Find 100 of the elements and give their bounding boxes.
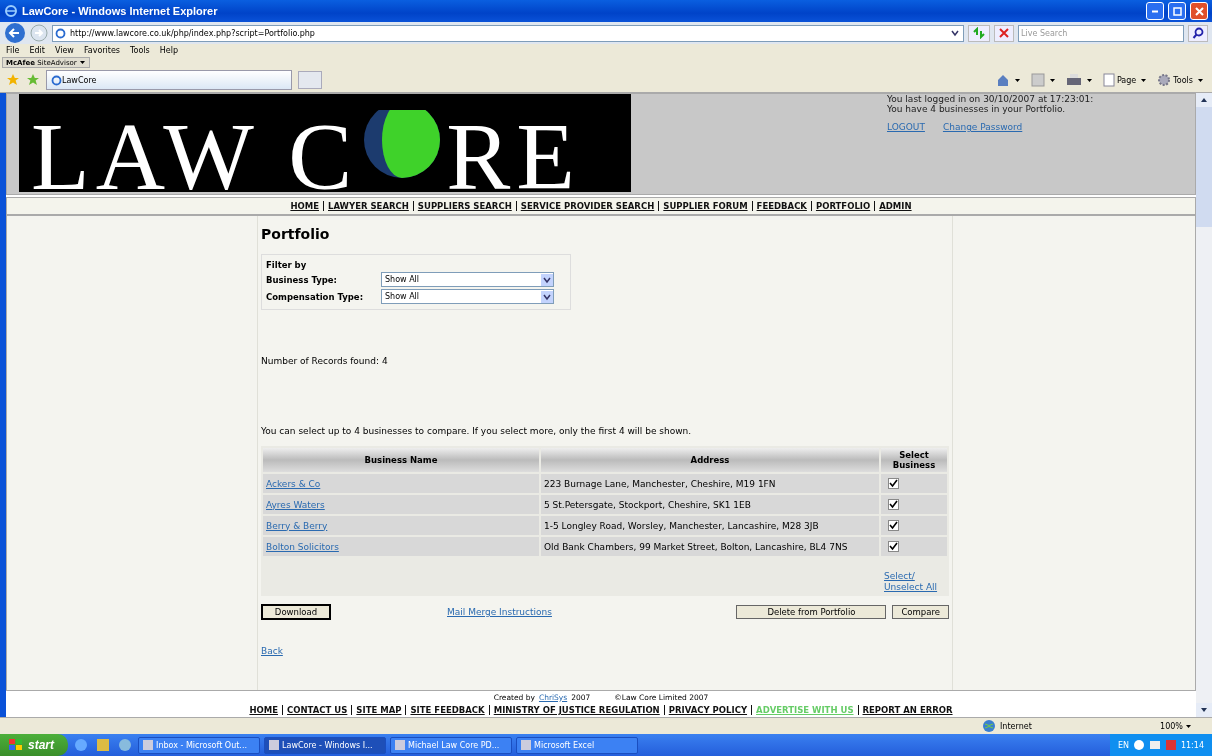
column-header: Address — [541, 448, 879, 472]
app-icon — [143, 740, 153, 750]
last-login-text: You last logged in on 30/10/2007 at 17:23:01: — [887, 94, 1094, 104]
maximize-button[interactable] — [1168, 2, 1186, 20]
taskbar-item[interactable]: Microsoft Excel — [516, 736, 638, 754]
back-link[interactable]: Back — [261, 646, 949, 656]
caret-icon — [1013, 76, 1021, 84]
quick-launch-icon[interactable] — [118, 738, 132, 752]
refresh-icon — [972, 27, 986, 39]
minimize-icon — [1151, 9, 1159, 13]
footer-link[interactable]: HOME — [249, 705, 279, 715]
search-field[interactable]: Live Search — [1018, 24, 1184, 42]
select-checkbox[interactable] — [888, 477, 899, 489]
scroll-thumb[interactable] — [1196, 107, 1212, 227]
windows-logo-icon — [8, 738, 24, 752]
minimize-button[interactable] — [1146, 2, 1164, 20]
zoom-button[interactable]: 100% — [1146, 720, 1206, 732]
nav-link[interactable]: SERVICE PROVIDER SEARCH — [520, 201, 655, 211]
filter-label: Compensation Type: — [266, 291, 365, 302]
app-icon — [395, 740, 405, 750]
nav-link[interactable]: HOME — [290, 201, 319, 211]
address-field[interactable]: http://www.lawcore.co.uk/php/index.php?script=Portfolio.php — [52, 24, 964, 42]
browser-icon — [4, 4, 18, 18]
portfolio-count-text: You have 4 businesses in your Portfolio. — [887, 104, 1067, 114]
business-link[interactable]: Berry & Berry — [266, 520, 328, 531]
close-icon — [1194, 6, 1204, 16]
quick-launch-icon[interactable] — [74, 738, 88, 752]
menu-item[interactable]: Help — [159, 46, 178, 55]
footer-link[interactable]: REPORT AN ERROR — [862, 705, 953, 715]
caret-icon — [1184, 722, 1192, 730]
tray-icon[interactable] — [1132, 739, 1145, 751]
url-text: http://www.lawcore.co.uk/php/index.php?script=Portfolio.php — [70, 28, 315, 38]
app-icon — [269, 740, 279, 750]
business-link[interactable]: Ackers & Co — [266, 478, 321, 489]
nav-link[interactable]: FEEDBACK — [756, 201, 807, 211]
dropdown-icon — [541, 290, 553, 303]
select-checkbox[interactable] — [888, 519, 899, 531]
mail-merge-link[interactable]: Mail Merge Instructions — [447, 607, 552, 617]
close-button[interactable] — [1190, 2, 1208, 20]
scrollbar[interactable] — [1196, 93, 1212, 717]
compare-note: You can select up to 4 businesses to compare. If you select more, only the first 4 will be shown. — [261, 426, 693, 436]
refresh-button[interactable] — [968, 24, 990, 42]
page-button[interactable]: Page — [1100, 73, 1150, 87]
footer-link[interactable]: SITE MAP — [356, 705, 402, 715]
compare-button[interactable]: Compare — [892, 605, 949, 619]
favorites-star-icon[interactable] — [6, 73, 20, 87]
nav-link[interactable]: SUPPLIERS SEARCH — [417, 201, 512, 211]
address-cell: 5 St.Petersgate, Stockport, Cheshire, SK1 1EB — [541, 495, 879, 514]
tray-icon[interactable] — [1148, 739, 1161, 751]
back-button[interactable] — [4, 22, 26, 44]
scroll-up-icon[interactable] — [1196, 93, 1212, 107]
quick-launch-icon[interactable] — [96, 738, 110, 752]
nav-link[interactable]: ADMIN — [879, 201, 912, 211]
caret-icon — [1048, 76, 1056, 84]
filter-dropdown[interactable]: Show All — [381, 272, 554, 287]
browser-tab[interactable]: LawCore — [46, 70, 292, 90]
window-title: LawCore - Windows Internet Explorer — [22, 5, 218, 17]
filter-dropdown[interactable]: Show All — [381, 289, 554, 304]
footer-link[interactable]: MINISTRY OF JUSTICE REGULATION — [493, 705, 660, 715]
column-header: Business Name — [263, 448, 539, 472]
feed-button[interactable] — [1028, 73, 1058, 87]
scroll-down-icon[interactable] — [1196, 703, 1212, 717]
stop-button[interactable] — [994, 24, 1014, 42]
page-title: Portfolio — [261, 226, 331, 242]
download-button[interactable]: Download — [261, 604, 331, 620]
printer-icon — [1065, 73, 1082, 87]
maximize-icon — [1172, 6, 1182, 16]
caret-icon — [1140, 76, 1148, 84]
header-link[interactable]: LOGOUT — [887, 122, 925, 132]
forward-button[interactable] — [30, 24, 48, 42]
zone-label: Internet — [1000, 721, 1032, 731]
footer-link[interactable]: PRIVACY POLICY — [668, 705, 748, 715]
menu-item[interactable]: File — [6, 46, 20, 55]
stop-icon — [998, 27, 1010, 39]
business-link[interactable]: Bolton Solicitors — [266, 541, 339, 552]
select-all-link[interactable]: Select/ Unselect All — [884, 571, 944, 593]
nav-link[interactable]: SUPPLIER FORUM — [663, 201, 748, 211]
address-cell: 1-5 Longley Road, Worsley, Manchester, Lancashire, M28 3JB — [541, 516, 879, 535]
nav-link[interactable]: PORTFOLIO — [815, 201, 871, 211]
select-checkbox[interactable] — [888, 498, 899, 510]
column-header: Select Business — [881, 448, 947, 472]
footer-link[interactable]: SITE FEEDBACK — [410, 705, 485, 715]
menu-item[interactable]: Favorites — [83, 46, 120, 55]
footer-link[interactable]: CONTACT US — [287, 705, 348, 715]
taskbar-item[interactable]: Inbox - Microsoft Out... — [138, 736, 260, 754]
caret-icon — [1197, 76, 1204, 84]
menu-item[interactable]: Edit — [29, 46, 45, 55]
address-cell: Old Bank Chambers, 99 Market Street, Bolton, Lancashire, BL4 7NS — [541, 537, 879, 556]
taskbar-item[interactable]: LawCore - Windows I... — [264, 736, 386, 754]
search-button[interactable] — [1188, 24, 1208, 42]
delete-button[interactable]: Delete from Portfolio — [736, 605, 887, 619]
menu-item[interactable]: View — [54, 46, 74, 55]
select-checkbox[interactable] — [888, 540, 899, 552]
business-link[interactable]: Ayres Waters — [266, 499, 325, 510]
tools-button[interactable]: Tools — [1155, 73, 1206, 87]
nav-link[interactable]: LAWYER SEARCH — [328, 201, 409, 211]
taskbar-item[interactable]: Michael Law Core PD... — [390, 736, 512, 754]
filter-heading: Filter by — [266, 260, 308, 270]
header-link[interactable]: Change Password — [942, 122, 1023, 132]
menu-item[interactable]: Tools — [130, 46, 150, 55]
